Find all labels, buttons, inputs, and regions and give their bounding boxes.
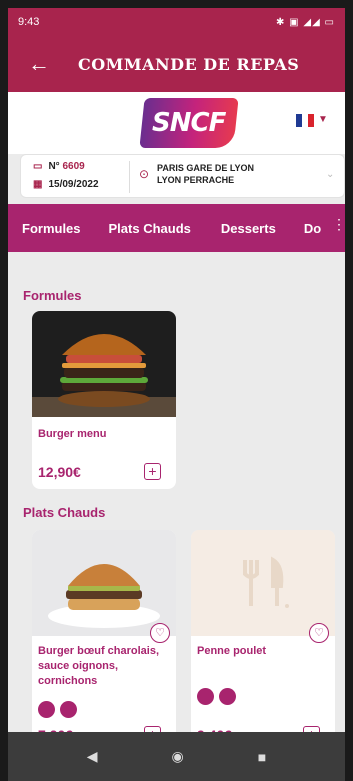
tab-plats-chauds[interactable]: Plats Chauds [109,221,191,236]
caret-down-icon[interactable]: ▼ [318,114,328,125]
sncf-logo: SNCF [139,98,239,148]
scroll-tabs-icon[interactable]: ⋮ [332,216,345,233]
location-pin-icon: ⊙ [139,167,150,181]
back-nav-icon[interactable]: ◀ [87,748,98,765]
chevron-down-icon[interactable]: ⌄ [326,169,334,180]
system-nav-bar: ◀ ◉ ■ [8,732,345,781]
item-name: Burger menu [38,428,107,440]
status-bar: 9:43 ✱ ▣ ◢◢ ▭ [8,8,345,36]
burger-menu-image [32,311,176,417]
item-name: Burger bœuf charolais, sauce oignons, co… [38,645,160,687]
phone-screen: 9:43 ✱ ▣ ◢◢ ▭ ← COMMANDE DE REPAS SNCF ▼… [8,8,345,781]
page-title: COMMANDE DE REPAS [78,54,300,74]
status-icons: ✱ ▣ ◢◢ ▭ [276,16,335,28]
app-bar: ← COMMANDE DE REPAS [8,36,345,92]
calendar-icon: ▦ [33,179,43,190]
add-button[interactable]: + [144,463,161,480]
status-time: 9:43 [18,16,40,28]
item-tags [197,688,236,705]
train-icon: ▭ [33,161,43,172]
item-price: 12,90€ [38,464,81,480]
train-number: ▭ N° 6609 [33,161,85,172]
item-tags [38,701,77,718]
home-nav-icon[interactable]: ◉ [172,748,184,765]
logo-text: SNCF [152,108,226,138]
recents-nav-icon[interactable]: ■ [258,749,266,765]
alcohol-icon [219,688,236,705]
item-name: Penne poulet [197,645,267,657]
train-number-value: 6609 [62,161,85,172]
tab-boissons[interactable]: Do [304,221,321,236]
pork-icon [197,688,214,705]
train-info-card[interactable]: ▭ N° 6609 ▦ 15/09/2022 ⊙ PARIS GARE DE LYO… [20,154,345,198]
france-flag-icon[interactable] [296,114,314,127]
arrow-left-icon[interactable]: ← [28,53,52,75]
burger-boeuf-image [32,530,176,636]
menu-card-penne-poulet[interactable]: ♡ Penne poulet 9,40€ + [191,530,335,740]
alcohol-icon [60,701,77,718]
departure-station: PARIS GARE DE LYON [157,163,255,173]
menu-card-burger-menu[interactable]: Burger menu 12,90€ + [32,311,176,489]
fork-knife-icon [191,530,335,636]
travel-date: ▦ 15/09/2022 [33,179,99,190]
route: PARIS GARE DE LYON LYON PERRACHE [157,162,254,186]
tab-formules[interactable]: Formules [22,221,81,236]
section-title-formules: Formules [23,288,82,303]
arrival-station: LYON PERRACHE [157,175,235,185]
train-number-label: N° [48,161,60,172]
brand-bar: SNCF ▼ [8,92,345,154]
placeholder-image [191,530,335,636]
tab-desserts[interactable]: Desserts [221,221,276,236]
pork-icon [38,701,55,718]
favorite-heart-icon[interactable]: ♡ [150,623,170,643]
flag-stripe-red [308,114,314,127]
category-tabs: Formules Plats Chauds Desserts Do ⋮ [8,204,345,252]
menu-card-burger-boeuf[interactable]: ♡ Burger bœuf charolais, sauce oignons, … [32,530,176,740]
divider [129,161,130,193]
favorite-heart-icon[interactable]: ♡ [309,623,329,643]
section-title-plats-chauds: Plats Chauds [23,505,106,520]
travel-date-value: 15/09/2022 [48,179,99,190]
